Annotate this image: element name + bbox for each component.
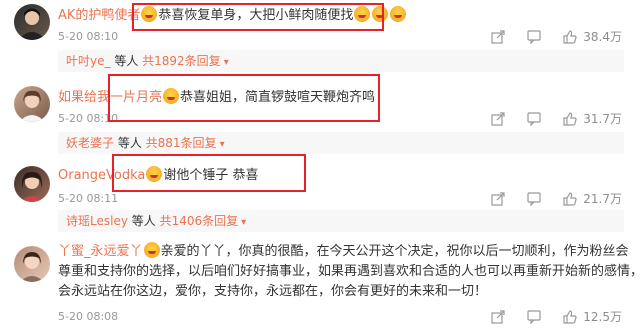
like-icon <box>563 111 577 126</box>
emoji-icon <box>390 6 407 22</box>
reply-count[interactable]: 共1406条回复 <box>160 214 239 228</box>
chevron-down-icon: ▾ <box>219 139 225 150</box>
reply-username[interactable]: 叶吋ye_ <box>66 54 111 68</box>
like-icon <box>563 29 577 44</box>
reply-summary[interactable]: 妖老婆子 等人 共881条回复 ▾ <box>58 132 624 154</box>
comment-actions: 12.5万 <box>491 308 622 325</box>
like-icon <box>563 309 577 324</box>
like-button[interactable]: 38.4万 <box>563 28 622 45</box>
share-icon[interactable] <box>491 191 505 206</box>
comment-actions: 38.4万 <box>491 28 622 45</box>
like-button[interactable]: 31.7万 <box>563 110 622 127</box>
username-link[interactable]: 丫蜜_永远爱丫 <box>58 244 143 259</box>
comment-text-block: 丫蜜_永远爱丫 亲爱的丫丫，你真的很酷，在今天公开这个决定，祝你以后一切顺利，作为… <box>58 242 640 302</box>
comment-icon[interactable] <box>527 111 541 126</box>
highlight-box <box>132 3 384 31</box>
comment-text-line: 会永远站在你这边，爱你，支持你，永远都在，你会有更好的未来和一切！ <box>58 284 488 299</box>
chevron-down-icon: ▾ <box>241 217 247 228</box>
like-button[interactable]: 21.7万 <box>563 190 622 207</box>
comment-item: OrangeVodka 谢他个锤子 恭喜 5-20 08:11 21.7万 诗瑶L… <box>0 162 640 236</box>
username-link[interactable]: AK的护鸭使者 <box>58 8 140 23</box>
chevron-down-icon: ▾ <box>223 57 229 68</box>
like-count: 21.7万 <box>583 192 622 206</box>
share-icon[interactable] <box>491 111 505 126</box>
comment-time: 5-20 08:08 <box>58 310 119 323</box>
comment-text: 亲爱的丫丫，你真的很酷，在今天公开这个决定，祝你以后一切顺利，作为粉丝会 <box>160 244 629 259</box>
comment-actions: 31.7万 <box>491 110 622 127</box>
like-count: 38.4万 <box>583 30 622 44</box>
highlight-box <box>108 74 380 122</box>
reply-username[interactable]: 妖老婆子 <box>66 136 114 150</box>
comment-icon[interactable] <box>527 191 541 206</box>
reply-username[interactable]: 诗瑶Lesley <box>66 214 128 228</box>
reply-mid-text: 等人 <box>110 54 143 68</box>
like-count: 31.7万 <box>583 112 622 126</box>
comment-icon[interactable] <box>527 309 541 324</box>
reply-summary[interactable]: 诗瑶Lesley 等人 共1406条回复 ▾ <box>58 210 624 232</box>
highlight-box <box>112 154 306 192</box>
reply-summary[interactable]: 叶吋ye_ 等人 共1892条回复 ▾ <box>58 50 624 72</box>
emoji-icon <box>143 242 160 258</box>
share-icon[interactable] <box>491 29 505 44</box>
comment-text-line: 丫蜜_永远爱丫 亲爱的丫丫，你真的很酷，在今天公开这个决定，祝你以后一切顺利，作为… <box>58 242 629 262</box>
like-button[interactable]: 12.5万 <box>563 308 622 325</box>
avatar[interactable] <box>14 86 50 122</box>
comment-item: 丫蜜_永远爱丫 亲爱的丫丫，你真的很酷，在今天公开这个决定，祝你以后一切顺利，作为… <box>0 238 640 329</box>
comment-time: 5-20 08:10 <box>58 30 119 43</box>
comment-text-line: 尊重和支持你的选择，以后咱们好好搞事业，如果再遇到喜欢和合适的人也可以再重新开始… <box>58 264 640 279</box>
like-count: 12.5万 <box>583 310 622 324</box>
reply-count[interactable]: 共1892条回复 <box>142 54 221 68</box>
avatar[interactable] <box>14 246 50 282</box>
reply-count[interactable]: 共881条回复 <box>146 136 217 150</box>
reply-mid-text: 等人 <box>114 136 146 150</box>
reply-mid-text: 等人 <box>127 214 160 228</box>
comment-time: 5-20 08:11 <box>58 192 119 205</box>
avatar[interactable] <box>14 4 50 40</box>
comment-icon[interactable] <box>527 29 541 44</box>
avatar[interactable] <box>14 166 50 202</box>
like-icon <box>563 191 577 206</box>
comment-actions: 21.7万 <box>491 190 622 207</box>
share-icon[interactable] <box>491 309 505 324</box>
